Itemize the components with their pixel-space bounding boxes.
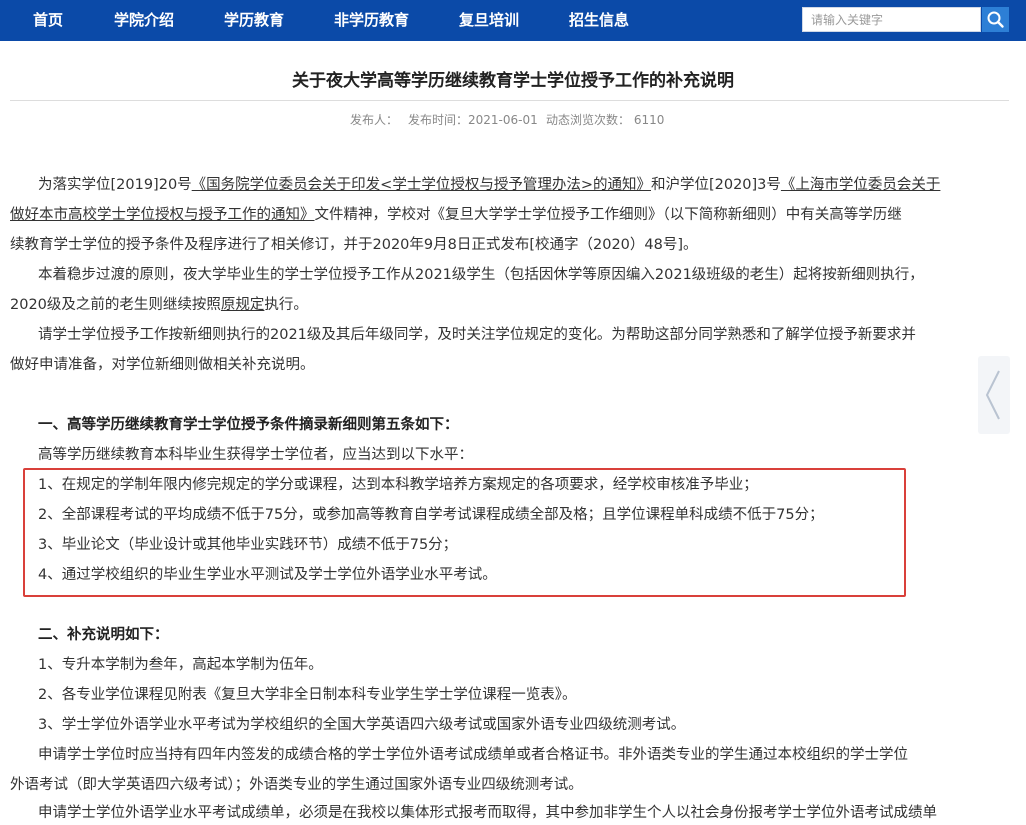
- title-divider: [10, 100, 1009, 101]
- list-item: 3、学士学位外语学业水平考试为学校组织的全国大学英语四六级考试或国家外语专业四级…: [38, 717, 686, 733]
- search-button[interactable]: [982, 7, 1009, 32]
- section-1-heading: 一、高等学历继续教育学士学位授予条件摘录新细则第五条如下：: [38, 417, 459, 433]
- p1-text-2: 和沪学位[2020]3号: [650, 177, 781, 193]
- list-item: 1、专升本学制为叁年，高起本学制为伍年。: [38, 657, 323, 673]
- nav-item-non-degree-education[interactable]: 非学历教育: [334, 0, 409, 41]
- view-count: 动态浏览次数： 6110: [546, 113, 665, 127]
- paragraph-1-line-2: 做好本市高校学士学位授权与授予工作的通知》文件精神，学校对《复旦大学学士学位授予…: [10, 203, 902, 227]
- page-title: 关于夜大学高等学历继续教育学士学位授予工作的补充说明: [292, 71, 734, 91]
- paragraph-1-line-3: 续教育学士学位的授予条件及程序进行了相关修订，并于2020年9月8日正式发布[校…: [10, 237, 698, 253]
- publisher-label: 发布人：: [350, 113, 399, 127]
- search-icon: [987, 11, 1004, 28]
- p1-text-3: 文件精神，学校对《复旦大学学士学位授予工作细则》（以下简称新细则）中有关高等学历…: [314, 207, 902, 223]
- p2-text-2: 2020级及之前的老生则继续按照: [10, 297, 221, 313]
- publish-date: 发布时间：2021-06-01: [408, 113, 538, 127]
- search-input[interactable]: [802, 7, 981, 32]
- p2-text-3: 执行。: [264, 297, 308, 313]
- list-item: 2、各专业学位课程见附表《复旦大学非全日制本科专业学生学士学位课程一览表》。: [38, 687, 577, 703]
- paragraph-2-line-1: 本着稳步过渡的原则，夜大学毕业生的学士学位授予工作从2021级学生（包括因休学等…: [38, 267, 924, 283]
- notice-link-shanghai-part-1[interactable]: 《上海市学位委员会关于: [781, 177, 941, 193]
- nav-item-about[interactable]: 学院介绍: [114, 0, 174, 41]
- notice-link-state-council[interactable]: 《国务院学位委员会关于印发<学士学位授权与授予管理办法>的通知》: [192, 177, 651, 193]
- notice-link-shanghai-part-2[interactable]: 做好本市高校学士学位授权与授予工作的通知》: [10, 207, 315, 223]
- section-1-intro: 高等学历继续教育本科毕业生获得学士学位者，应当达到以下水平：: [38, 447, 473, 463]
- side-expand-tab[interactable]: [978, 356, 1010, 434]
- nav-item-fudan-training[interactable]: 复旦培训: [459, 0, 519, 41]
- nav-item-admissions[interactable]: 招生信息: [569, 0, 629, 41]
- top-navbar: 首页 学院介绍 学历教育 非学历教育 复旦培训 招生信息: [0, 0, 1026, 41]
- paragraph-3-line-1: 请学士学位授予工作按新细则执行的2021级及其后年级同学，及时关注学位规定的变化…: [38, 327, 916, 343]
- paragraph-4-line-2: 外语考试（即大学英语四六级考试）；外语类专业的学生通过国家外语专业四级统测考试。: [10, 777, 583, 793]
- nav-item-home[interactable]: 首页: [33, 0, 63, 41]
- section-2-heading: 二、补充说明如下：: [38, 627, 169, 643]
- paragraph-5-line-1: 申请学士学位外语学业水平考试成绩单，必须是在我校以集体形式报考而取得，其中参加非…: [38, 805, 937, 821]
- list-item: 2、全部课程考试的平均成绩不低于75分，或参加高等教育自学考试课程成绩全部及格；…: [38, 507, 824, 523]
- list-item: 1、在规定的学制年限内修完规定的学分或课程，达到本科教学培养方案规定的各项要求，…: [38, 477, 758, 493]
- paragraph-4-line-1: 申请学士学位时应当持有四年内签发的成绩合格的学士学位外语考试成绩单或者合格证书。…: [38, 747, 908, 763]
- nav-item-degree-education[interactable]: 学历教育: [224, 0, 284, 41]
- list-item: 4、通过学校组织的毕业生学业水平测试及学士学位外语学业水平考试。: [38, 567, 497, 583]
- paragraph-3-line-2: 做好申请准备，对学位新细则做相关补充说明。: [10, 357, 315, 373]
- chevron-left-icon: [985, 370, 1000, 420]
- p1-text-1: 为落实学位[2019]20号: [38, 177, 192, 193]
- paragraph-1-line-1: 为落实学位[2019]20号《国务院学位委员会关于印发<学士学位授权与授予管理办…: [38, 173, 940, 197]
- list-item: 3、毕业论文（毕业设计或其他毕业实践环节）成绩不低于75分；: [38, 537, 458, 553]
- paragraph-2-line-2: 2020级及之前的老生则继续按照原规定执行。: [10, 293, 308, 317]
- original-rules-link[interactable]: 原规定: [221, 297, 265, 313]
